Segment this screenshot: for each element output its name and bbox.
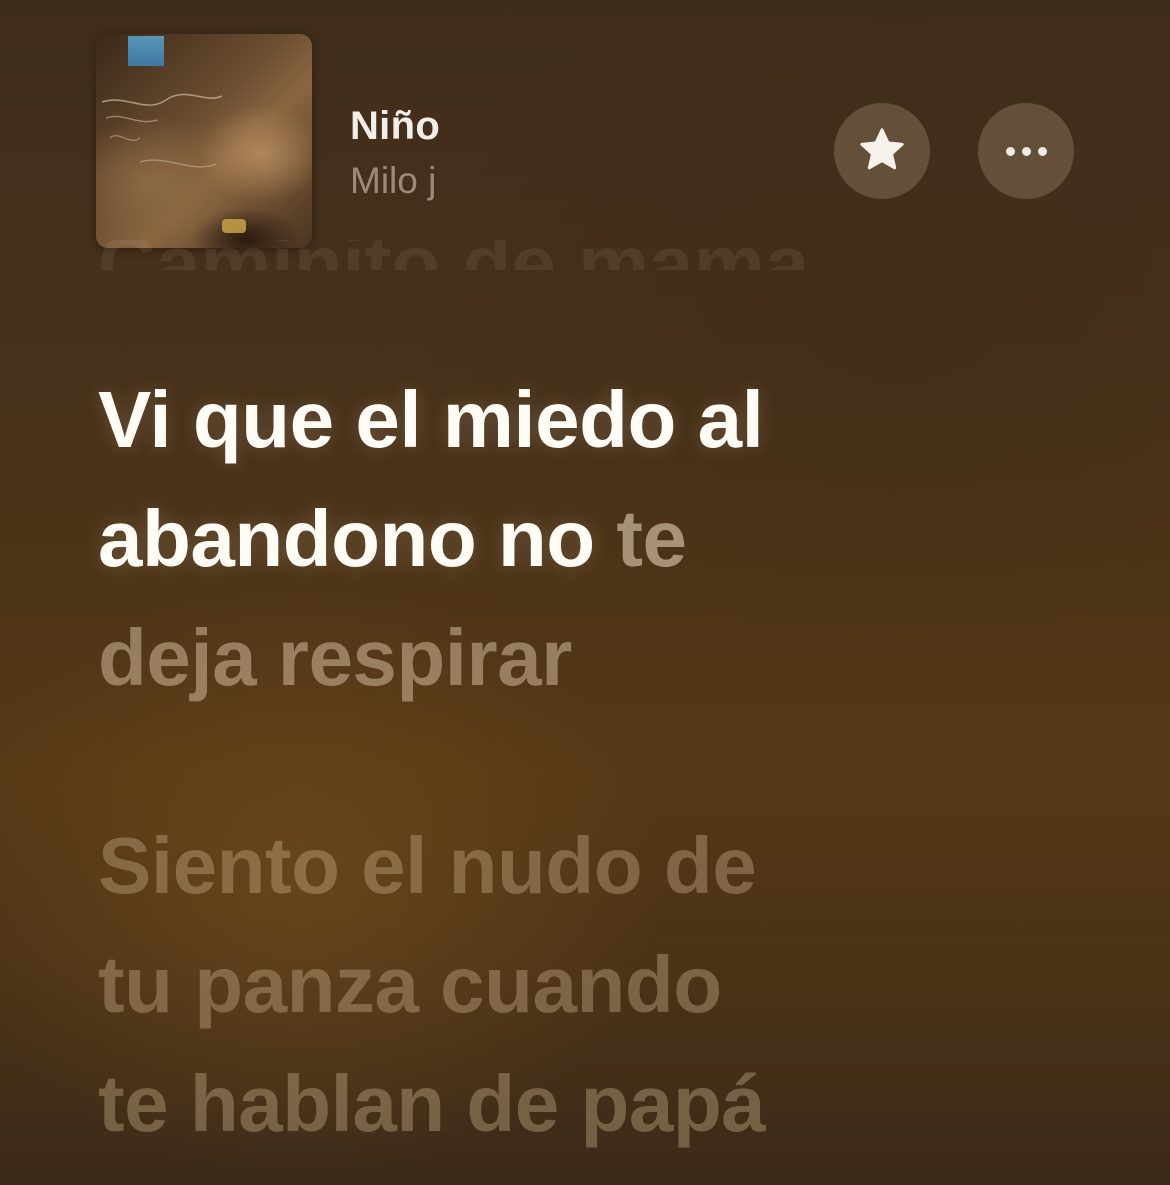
- album-artwork[interactable]: [96, 34, 312, 248]
- star-icon: [860, 128, 904, 170]
- artwork-scribble: [101, 93, 223, 168]
- lyric-sung-text: abandono no: [98, 494, 595, 583]
- lyric-text: Siento el nudo de: [98, 821, 757, 910]
- lyric-sung-text: Vi que el miedo al: [98, 375, 764, 464]
- song-artist[interactable]: Milo j: [350, 160, 436, 202]
- artwork-detail: [222, 219, 246, 233]
- more-options-button[interactable]: [978, 103, 1074, 199]
- song-title: Niño: [350, 104, 441, 148]
- lyric-text: deja respirar: [98, 598, 763, 717]
- lyric-text: Vi que el miedo al: [98, 360, 764, 479]
- ellipsis-icon: [1005, 146, 1047, 156]
- lyric-pending-text: deja respirar: [98, 613, 572, 702]
- lyric-text: tu panza cuando: [98, 940, 722, 1029]
- lyric-partial-text: te: [616, 494, 687, 583]
- lyric-text: te hablan de papá: [98, 1059, 766, 1148]
- active-lyric-line[interactable]: Vi que el miedo al abandono no te deja r…: [98, 360, 764, 717]
- next-lyric-line[interactable]: Siento el nudo de tu panza cuando te hab…: [98, 806, 766, 1163]
- favorite-button[interactable]: [834, 103, 930, 199]
- lyric-text: abandono no te: [98, 479, 763, 598]
